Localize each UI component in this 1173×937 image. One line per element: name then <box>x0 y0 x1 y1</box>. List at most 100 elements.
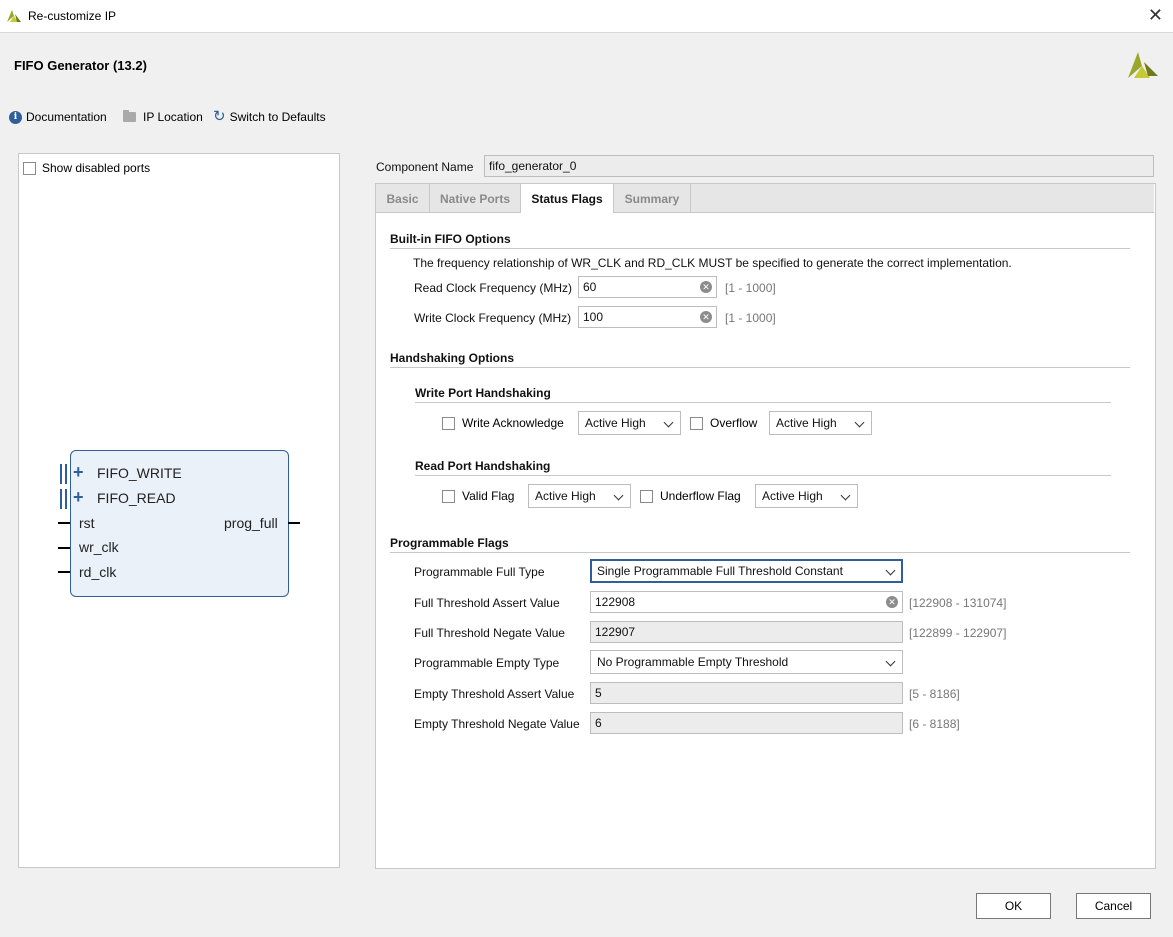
divider <box>390 552 1130 553</box>
empty-negate-input: 6 <box>590 712 903 734</box>
underflow-select[interactable]: Active High <box>755 484 858 508</box>
section-handshaking-title: Handshaking Options <box>390 351 515 365</box>
empty-assert-label: Empty Threshold Assert Value <box>414 687 575 701</box>
read-clock-range: [1 - 1000] <box>725 281 776 295</box>
divider <box>390 248 1130 249</box>
show-disabled-ports[interactable]: Show disabled ports <box>23 161 150 175</box>
full-type-value: Single Programmable Full Threshold Const… <box>597 564 843 578</box>
pin-line <box>288 522 300 524</box>
write-clock-value: 100 <box>583 310 604 324</box>
valid-flag-checkbox[interactable] <box>442 489 455 503</box>
tab-summary[interactable]: Summary <box>614 184 691 212</box>
dialog-header: FIFO Generator (13.2) <box>0 33 1173 97</box>
full-assert-label: Full Threshold Assert Value <box>414 596 560 610</box>
port-wr-clk: wr_clk <box>79 539 119 555</box>
info-icon: i <box>9 110 22 124</box>
valid-flag-label: Valid Flag <box>462 489 515 503</box>
write-clock-label: Write Clock Frequency (MHz) <box>414 311 572 325</box>
pin-line <box>58 547 70 549</box>
window-title-bar: Re-customize IP ✕ <box>0 0 1173 33</box>
read-clock-input[interactable]: 60 ✕ <box>578 276 717 298</box>
clear-icon[interactable]: ✕ <box>700 311 712 323</box>
pin-line <box>58 571 70 573</box>
valid-flag-option[interactable]: Valid Flag <box>442 489 514 503</box>
write-port-title: Write Port Handshaking <box>415 386 551 400</box>
empty-negate-range: [6 - 8188] <box>909 717 960 731</box>
vivado-logo-icon <box>1128 52 1158 78</box>
switch-defaults-button[interactable]: ↻ Switch to Defaults <box>213 109 326 125</box>
chevron-down-icon <box>663 417 674 428</box>
divider <box>415 402 1111 403</box>
component-name-input[interactable]: fifo_generator_0 <box>484 155 1154 177</box>
full-type-select[interactable]: Single Programmable Full Threshold Const… <box>590 559 903 583</box>
app-logo-icon <box>7 10 21 22</box>
chevron-down-icon <box>885 656 896 667</box>
read-clock-label: Read Clock Frequency (MHz) <box>414 281 573 295</box>
read-port-title: Read Port Handshaking <box>415 459 551 473</box>
overflow-checkbox[interactable] <box>690 416 703 430</box>
write-ack-label: Write Acknowledge <box>462 416 564 430</box>
port-fifo-read: FIFO_READ <box>97 490 176 506</box>
documentation-button[interactable]: i Documentation <box>9 109 107 125</box>
port-fifo-write: FIFO_WRITE <box>97 465 182 481</box>
tab-basic[interactable]: Basic <box>376 184 430 212</box>
empty-type-label: Programmable Empty Type <box>414 656 560 670</box>
write-clock-range: [1 - 1000] <box>725 311 776 325</box>
empty-assert-input: 5 <box>590 682 903 704</box>
overflow-select-value: Active High <box>776 416 837 430</box>
ok-button[interactable]: OK <box>976 893 1051 919</box>
chevron-down-icon <box>854 417 865 428</box>
cancel-button[interactable]: Cancel <box>1076 893 1151 919</box>
tab-native-ports[interactable]: Native Ports <box>430 184 521 212</box>
empty-assert-range: [5 - 8186] <box>909 687 960 701</box>
pin-line <box>58 522 70 524</box>
write-ack-select[interactable]: Active High <box>578 411 681 435</box>
window-title: Re-customize IP <box>28 9 117 23</box>
tab-status-flags[interactable]: Status Flags <box>521 184 614 213</box>
full-type-label: Programmable Full Type <box>414 565 545 579</box>
show-disabled-label: Show disabled ports <box>42 161 151 175</box>
folder-icon <box>123 110 136 122</box>
port-prog-full: prog_full <box>224 515 278 531</box>
full-negate-label: Full Threshold Negate Value <box>414 626 565 640</box>
divider <box>390 367 1130 368</box>
write-ack-checkbox[interactable] <box>442 416 455 430</box>
documentation-label: Documentation <box>26 110 107 124</box>
expand-icon[interactable]: + <box>73 462 84 483</box>
port-rd-clk: rd_clk <box>79 564 117 580</box>
full-assert-input[interactable]: 122908 ✕ <box>590 591 903 613</box>
chevron-down-icon <box>840 490 851 501</box>
clear-icon[interactable]: ✕ <box>700 281 712 293</box>
write-clock-input[interactable]: 100 ✕ <box>578 306 717 328</box>
overflow-select[interactable]: Active High <box>769 411 872 435</box>
overflow-option[interactable]: Overflow <box>690 416 757 430</box>
empty-negate-label: Empty Threshold Negate Value <box>414 717 580 731</box>
write-ack-select-value: Active High <box>585 416 646 430</box>
overflow-label: Overflow <box>710 416 758 430</box>
full-assert-value: 122908 <box>595 595 636 609</box>
bus-pin <box>65 489 67 509</box>
component-name-label: Component Name <box>376 160 474 174</box>
read-clock-value: 60 <box>583 280 597 294</box>
ip-location-button[interactable]: IP Location <box>123 109 203 125</box>
bus-pin <box>60 489 62 509</box>
section-prog-title: Programmable Flags <box>390 536 509 550</box>
builtin-note: The frequency relationship of WR_CLK and… <box>413 256 1012 270</box>
ip-name: FIFO Generator (13.2) <box>14 58 147 73</box>
port-rst: rst <box>79 515 95 531</box>
write-ack-option[interactable]: Write Acknowledge <box>442 416 564 430</box>
bus-pin <box>60 464 62 484</box>
empty-type-select[interactable]: No Programmable Empty Threshold <box>590 650 903 674</box>
valid-flag-select[interactable]: Active High <box>528 484 631 508</box>
expand-icon[interactable]: + <box>73 487 84 508</box>
full-negate-range: [122899 - 122907] <box>909 626 1007 640</box>
valid-flag-select-value: Active High <box>535 489 596 503</box>
underflow-label: Underflow Flag <box>660 489 741 503</box>
clear-icon[interactable]: ✕ <box>886 596 898 608</box>
show-disabled-checkbox[interactable] <box>23 161 36 175</box>
underflow-option[interactable]: Underflow Flag <box>640 489 741 503</box>
divider <box>415 475 1111 476</box>
underflow-select-value: Active High <box>762 489 823 503</box>
underflow-checkbox[interactable] <box>640 489 653 503</box>
close-icon[interactable]: ✕ <box>1148 5 1163 26</box>
